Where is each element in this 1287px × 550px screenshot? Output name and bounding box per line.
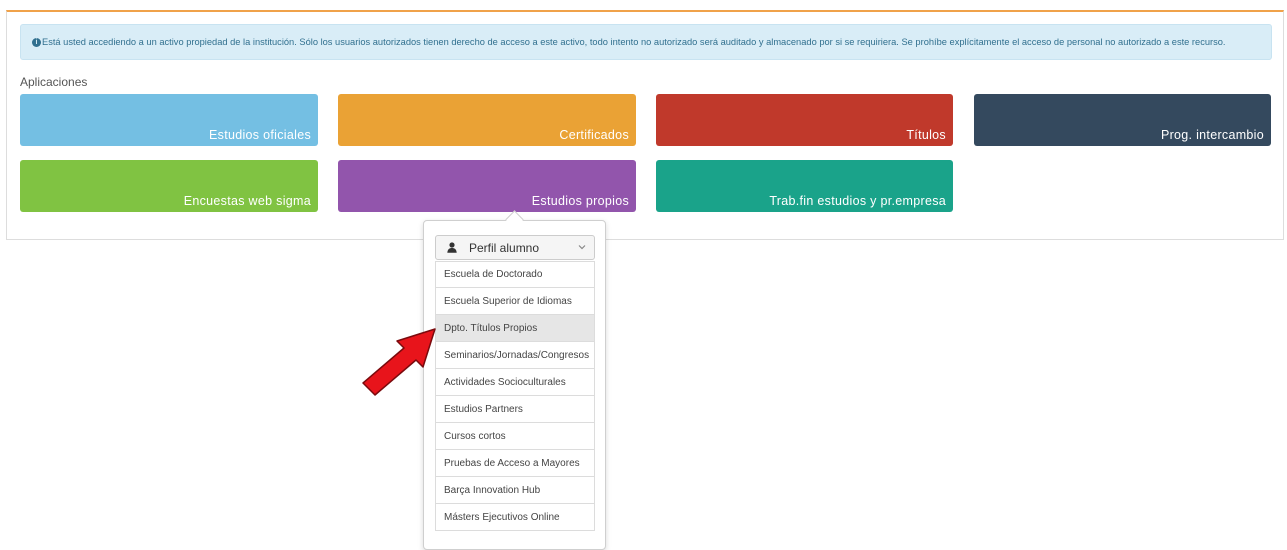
menu-item-pruebas-acceso[interactable]: Pruebas de Acceso a Mayores bbox=[435, 450, 595, 477]
tile-certificados[interactable]: Certificados bbox=[338, 94, 636, 146]
tile-label: Estudios oficiales bbox=[209, 128, 311, 142]
menu-item-masters-ejecutivos[interactable]: Másters Ejecutivos Online bbox=[435, 504, 595, 531]
menu-item-dpto-titulos-propios[interactable]: Dpto. Títulos Propios bbox=[435, 315, 595, 342]
red-arrow-icon bbox=[362, 328, 436, 396]
menu-item-actividades-socioculturales[interactable]: Actividades Socioculturales bbox=[435, 369, 595, 396]
section-title: Aplicaciones bbox=[20, 75, 88, 89]
chevron-down-icon bbox=[578, 245, 586, 250]
tile-label: Estudios propios bbox=[531, 194, 629, 208]
tile-label: Trab.fin estudios y pr.empresa bbox=[769, 194, 946, 208]
tile-estudios-oficiales[interactable]: Estudios oficiales bbox=[20, 94, 318, 146]
user-icon bbox=[447, 242, 457, 253]
info-circle-icon: i bbox=[32, 37, 41, 47]
tile-titulos[interactable]: Títulos bbox=[656, 94, 953, 146]
tile-label: Certificados bbox=[559, 128, 629, 142]
security-alert: i Está usted accediendo a un activo prop… bbox=[20, 24, 1272, 60]
menu-item-escuela-doctorado[interactable]: Escuela de Doctorado bbox=[435, 261, 595, 288]
alert-text: Está usted accediendo a un activo propie… bbox=[42, 37, 1226, 47]
profile-menu: Escuela de Doctorado Escuela Superior de… bbox=[435, 261, 595, 531]
menu-item-estudios-partners[interactable]: Estudios Partners bbox=[435, 396, 595, 423]
profile-select[interactable]: Perfil alumno bbox=[435, 235, 595, 260]
profile-select-label: Perfil alumno bbox=[469, 240, 540, 255]
menu-item-escuela-idiomas[interactable]: Escuela Superior de Idiomas bbox=[435, 288, 595, 315]
tile-encuestas-web-sigma[interactable]: Encuestas web sigma bbox=[20, 160, 318, 212]
tile-label: Títulos bbox=[906, 128, 946, 142]
tile-label: Prog. intercambio bbox=[1160, 128, 1264, 142]
menu-item-seminarios[interactable]: Seminarios/Jornadas/Congresos bbox=[435, 342, 595, 369]
tile-trab-fin-estudios[interactable]: Trab.fin estudios y pr.empresa bbox=[656, 160, 953, 212]
menu-item-barca-innovation-hub[interactable]: Barça Innovation Hub bbox=[435, 477, 595, 504]
menu-item-cursos-cortos[interactable]: Cursos cortos bbox=[435, 423, 595, 450]
tile-label: Encuestas web sigma bbox=[183, 194, 311, 208]
tile-prog-intercambio[interactable]: Prog. intercambio bbox=[974, 94, 1271, 146]
tile-estudios-propios[interactable]: Estudios propios bbox=[338, 160, 636, 212]
